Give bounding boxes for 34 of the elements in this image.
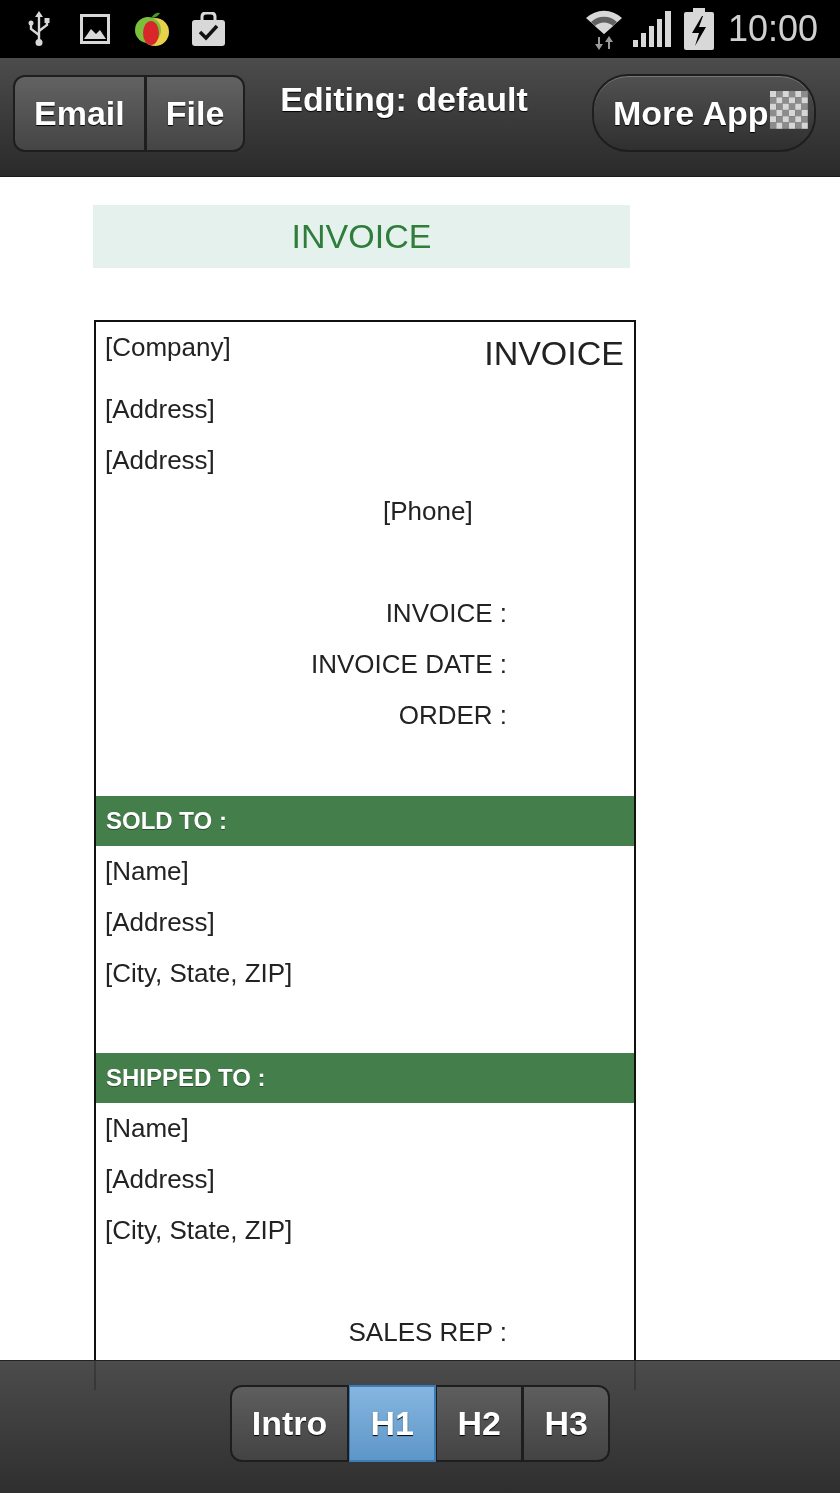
checkered-icon [769,91,808,129]
party-line: [City, State, ZIP] [105,958,293,989]
editing-title: Editing: default [280,79,528,119]
detail-label: ORDER : [398,700,507,731]
invoice-heading: INVOICE [484,333,624,374]
clock-time: 10:00 [727,9,818,49]
page-title: INVOICE [93,205,630,268]
email-button[interactable]: Email [13,75,146,152]
battery-charging-icon [683,8,714,50]
image-icon [80,14,110,44]
party-line: [Name] [105,856,189,887]
usb-icon [27,11,51,47]
phone-text: [Phone] [383,496,473,527]
fruit-icon [133,10,171,48]
bag-check-icon [191,11,226,47]
address-text: [Address] [105,445,215,476]
wifi-icon [584,8,623,50]
signal-icon [632,11,671,47]
section-header: SHIPPED TO : [96,1053,634,1103]
party-line: [City, State, ZIP] [105,1215,293,1246]
section-header: SOLD TO : [96,796,634,846]
address-text: [Address] [105,394,215,425]
detail-label: INVOICE : [385,598,507,629]
tab[interactable]: H2 [436,1385,524,1462]
tab[interactable]: H3 [523,1385,611,1462]
detail-label: INVOICE DATE : [311,649,507,680]
company-text: [Company] [105,331,231,364]
tab[interactable]: Intro [229,1385,350,1462]
more-apps-button[interactable]: More App [592,74,816,152]
party-line: [Address] [105,1164,215,1195]
party-line: [Name] [105,1113,189,1144]
file-button[interactable]: File [145,75,246,152]
detail-label: SALES REP : [348,1317,507,1348]
party-line: [Address] [105,907,215,938]
